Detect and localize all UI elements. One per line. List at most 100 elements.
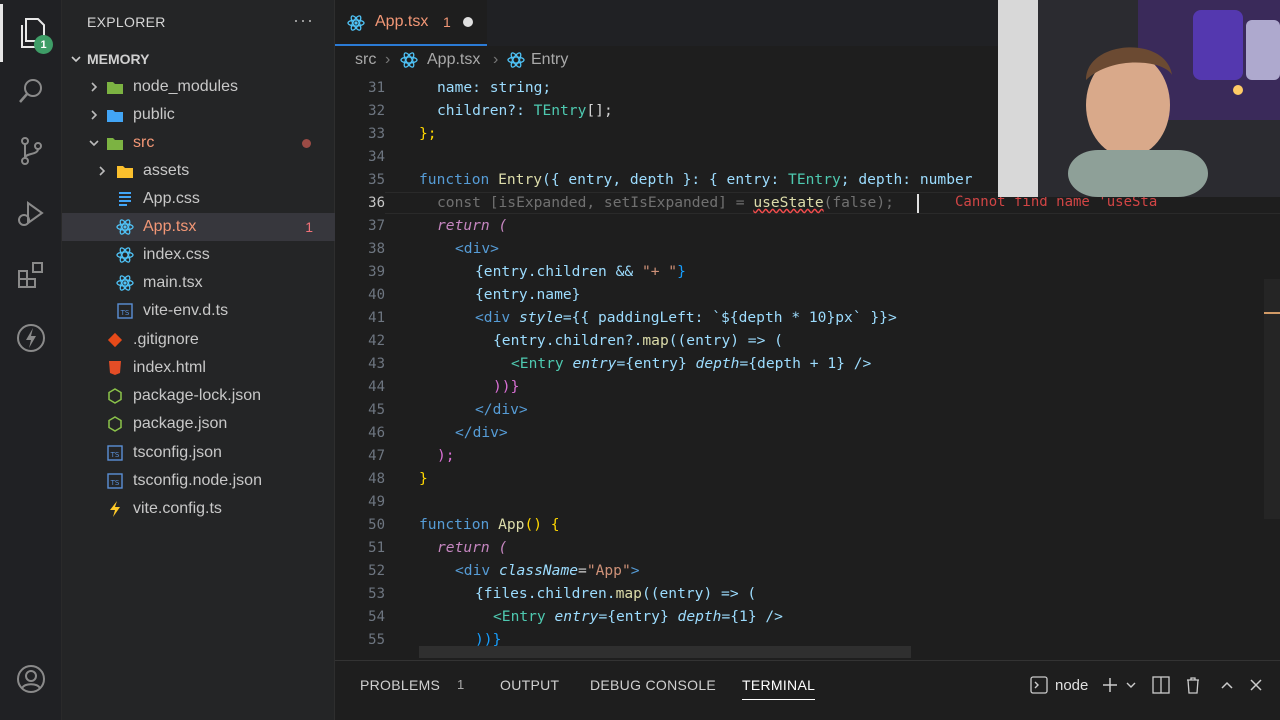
tree-item-label: tsconfig.json — [133, 444, 222, 461]
code-line-44: ))} — [493, 378, 519, 395]
add-terminal-icon[interactable] — [1100, 675, 1120, 695]
tab-app-tsx[interactable]: App.tsx 1 — [335, 0, 487, 46]
tree-item-label: vite-env.d.ts — [143, 302, 229, 319]
tree-item-app-tsx[interactable]: App.tsx 1 — [62, 213, 335, 241]
code-line-35: function Entry({ entry, depth }: { entry… — [419, 171, 973, 188]
code-token: depth — [677, 608, 722, 625]
code-line-51: return ( — [437, 539, 507, 556]
code-line-41: <div style={{ paddingLeft: `${depth * 10… — [475, 309, 897, 326]
code-token: = — [578, 562, 587, 579]
line-number-current: 36 — [368, 195, 385, 211]
code-line-40: {entry.name} — [475, 286, 580, 303]
tree-item-package-lock[interactable]: package-lock.json — [62, 382, 335, 410]
chevron-down-icon[interactable] — [1121, 675, 1141, 695]
tree-item-package-json[interactable]: package.json — [62, 410, 335, 438]
code-token: </div> — [455, 424, 508, 441]
line-number: 34 — [368, 149, 385, 165]
folder-yellow-icon — [116, 162, 134, 180]
code-token: ((entry) => ( — [641, 585, 757, 602]
tree-item-label: main.tsx — [143, 274, 203, 291]
workspace-section-header[interactable]: MEMORY — [62, 46, 335, 72]
tab-problems[interactable]: PROBLEMS — [360, 677, 440, 693]
code-token: } — [419, 470, 428, 487]
code-token: } — [677, 263, 686, 280]
trash-icon[interactable] — [1183, 675, 1203, 695]
breadcrumb-src[interactable]: src — [355, 51, 376, 69]
tab-output[interactable]: OUTPUT — [500, 677, 559, 693]
account-icon[interactable] — [0, 650, 62, 708]
horizontal-scrollbar[interactable] — [419, 646, 911, 658]
workspace-name: MEMORY — [87, 51, 150, 67]
code-token: <Entry — [511, 355, 573, 372]
tree-item-app-css[interactable]: App.css — [62, 185, 335, 213]
tree-item-tsconfig[interactable]: TS tsconfig.json — [62, 439, 335, 467]
close-icon[interactable] — [1246, 675, 1266, 695]
code-token: "+ " — [641, 263, 678, 280]
tree-item-label: App.css — [143, 190, 200, 207]
svg-text:TS: TS — [110, 451, 120, 459]
chevron-right-icon: › — [493, 51, 499, 68]
explorer-badge: 1 — [34, 35, 53, 54]
problems-count-badge: 1 — [457, 677, 465, 692]
code-token: "App" — [586, 562, 631, 579]
extensions-icon[interactable] — [0, 246, 62, 304]
search-icon[interactable] — [0, 62, 62, 120]
code-token: (false); — [823, 194, 894, 211]
code-token: ); — [437, 447, 455, 464]
tree-item-src[interactable]: src — [62, 129, 335, 157]
vertical-scrollbar[interactable] — [1264, 279, 1280, 519]
terminal-name[interactable]: node — [1055, 677, 1088, 694]
tree-item-node-modules[interactable]: node_modules — [62, 73, 335, 101]
tree-item-assets[interactable]: assets — [62, 157, 335, 185]
folder-green-icon — [106, 78, 124, 96]
tree-item-main-tsx[interactable]: main.tsx — [62, 269, 335, 297]
breadcrumb-symbol[interactable]: Entry — [531, 51, 568, 69]
chevron-up-icon[interactable] — [1217, 675, 1237, 695]
code-line-50: function App() { — [419, 516, 560, 533]
tree-item-index-css[interactable]: index.css — [62, 241, 335, 269]
split-terminal-icon[interactable] — [1151, 675, 1171, 695]
code-token: return ( — [437, 539, 508, 556]
line-number: 31 — [368, 80, 385, 96]
line-number: 53 — [368, 586, 385, 602]
tree-item-label: .gitignore — [133, 331, 199, 348]
css-file-icon — [116, 190, 134, 208]
code-token: ; depth: number — [840, 171, 973, 188]
unsaved-dot[interactable] — [463, 17, 473, 27]
ts-file-icon: TS — [116, 302, 134, 320]
code-token: {entry.name} — [475, 286, 581, 303]
tree-item-index-html[interactable]: index.html — [62, 354, 335, 382]
line-number: 37 — [368, 218, 385, 234]
terminal-icon[interactable] — [1029, 675, 1049, 695]
code-token: {entry.children?. — [493, 332, 643, 349]
code-token: depth — [695, 355, 740, 372]
breadcrumb-file[interactable]: App.tsx — [427, 51, 480, 69]
tree-item-vite-env[interactable]: TS vite-env.d.ts — [62, 297, 335, 325]
tree-item-public[interactable]: public — [62, 101, 335, 129]
more-actions-icon[interactable]: ··· — [293, 10, 314, 31]
tree-item-vite-config[interactable]: vite.config.ts — [62, 495, 335, 523]
source-control-icon[interactable] — [0, 122, 62, 180]
tab-terminal[interactable]: TERMINAL — [742, 677, 816, 700]
react-file-icon — [116, 274, 134, 292]
line-number: 46 — [368, 425, 385, 441]
line-number: 47 — [368, 448, 385, 464]
activity-bar: 1 — [0, 0, 62, 720]
line-number: 32 — [368, 103, 385, 119]
code-line-47: ); — [437, 447, 455, 464]
tree-item-tsconfig-node[interactable]: TS tsconfig.node.json — [62, 467, 335, 495]
tree-item-label: package-lock.json — [133, 387, 262, 404]
run-debug-icon[interactable] — [0, 184, 62, 242]
chevron-down-icon — [71, 56, 81, 63]
code-line-37: return ( — [437, 217, 507, 234]
code-token: ((entry) => ( — [668, 332, 783, 349]
react-file-icon — [347, 14, 365, 37]
code-token: name: string; — [437, 79, 552, 96]
tree-item-gitignore[interactable]: .gitignore — [62, 326, 335, 354]
tree-item-label: node_modules — [133, 78, 238, 95]
lightning-icon[interactable] — [0, 309, 62, 367]
explorer-icon[interactable]: 1 — [0, 4, 62, 62]
tab-debug-console[interactable]: DEBUG CONSOLE — [590, 677, 716, 693]
svg-text:TS: TS — [110, 479, 120, 487]
line-number: 43 — [368, 356, 385, 372]
